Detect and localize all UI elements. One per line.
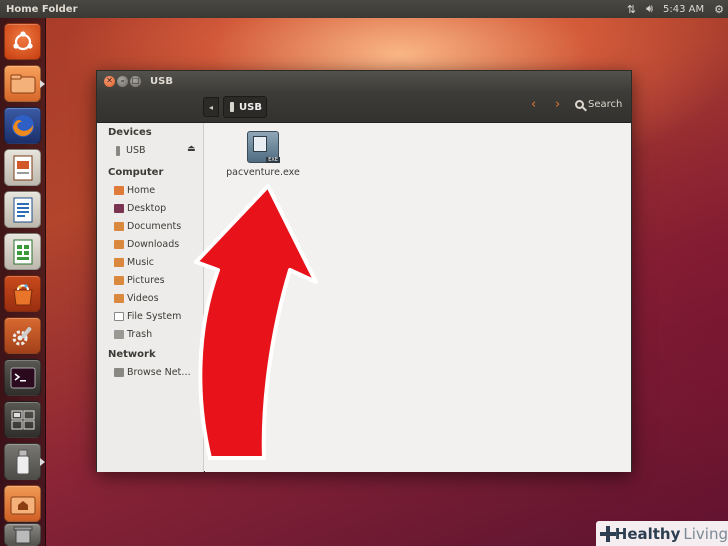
healthy-living-watermark: Healthy Living xyxy=(596,521,728,546)
watermark-living: Living xyxy=(683,524,728,543)
healthy-living-logo-icon xyxy=(600,525,616,542)
annotation-arrow xyxy=(194,184,318,460)
watermark-healthy: Healthy xyxy=(614,524,681,543)
